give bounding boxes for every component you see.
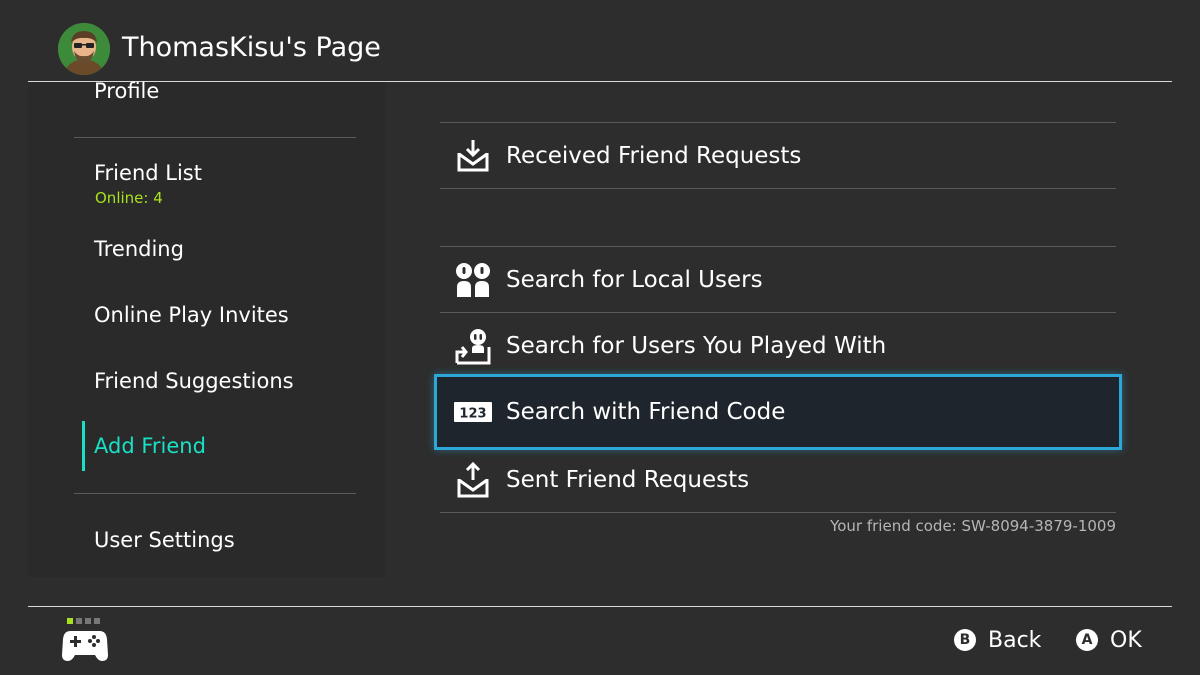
user-slot [94, 618, 100, 624]
number-code-icon: 123 [454, 402, 492, 422]
ok-label: OK [1110, 628, 1142, 653]
sidebar-item-add-friend[interactable]: Add Friend [94, 432, 206, 460]
sidebar-divider [74, 493, 356, 494]
search-friend-code-item[interactable]: 123 Search with Friend Code [437, 377, 1119, 447]
search-friend-code-label: Search with Friend Code [506, 399, 786, 425]
b-button-icon: B [954, 629, 976, 651]
played-with-icon [455, 329, 491, 365]
search-local-users-item[interactable]: Search for Local Users [440, 247, 1116, 313]
number-code-icon-text: 123 [459, 407, 486, 422]
local-users-icon [456, 263, 490, 297]
page-title: ThomasKisu's Page [122, 32, 381, 63]
sent-friend-requests-item[interactable]: Sent Friend Requests [440, 447, 1116, 513]
received-friend-requests-item[interactable]: Received Friend Requests [440, 123, 1116, 189]
sidebar-item-trending[interactable]: Trending [94, 235, 184, 263]
user-slot-active [67, 618, 73, 624]
friend-list-online-count: Online: 4 [95, 189, 163, 207]
sidebar-item-user-settings[interactable]: User Settings [94, 526, 235, 554]
user-slot [76, 618, 82, 624]
avatar-image [58, 23, 110, 75]
sidebar-item-online-play-invites[interactable]: Online Play Invites [94, 301, 289, 329]
user-slot [85, 618, 91, 624]
add-friend-panel: Received Friend Requests Search for Loca… [437, 0, 1119, 600]
sidebar: Profile Friend List Online: 4 Trending O… [28, 79, 385, 577]
controller-icon [62, 631, 108, 661]
menu-divider [440, 188, 1116, 189]
sidebar-item-profile[interactable]: Profile [94, 77, 159, 105]
sidebar-item-friend-suggestions[interactable]: Friend Suggestions [94, 367, 294, 395]
received-friend-requests-label: Received Friend Requests [506, 143, 802, 169]
sent-friend-requests-label: Sent Friend Requests [506, 467, 750, 493]
a-button-icon: A [1076, 629, 1098, 651]
outbox-upload-icon [457, 461, 489, 498]
inbox-download-icon [457, 140, 489, 172]
menu-divider [440, 512, 1116, 513]
footer: B Back A OK [0, 607, 1200, 675]
active-indicator [82, 421, 85, 471]
sidebar-item-friend-list[interactable]: Friend List [94, 159, 202, 187]
search-played-with-item[interactable]: Search for Users You Played With [440, 313, 1116, 379]
back-label: Back [988, 628, 1042, 653]
search-local-users-label: Search for Local Users [506, 267, 763, 293]
sidebar-divider [74, 137, 356, 138]
user-slot-indicator [67, 618, 103, 624]
friend-code-text: Your friend code: SW-8094-3879-1009 [830, 517, 1116, 535]
avatar[interactable] [58, 23, 110, 75]
search-played-with-label: Search for Users You Played With [506, 333, 887, 359]
